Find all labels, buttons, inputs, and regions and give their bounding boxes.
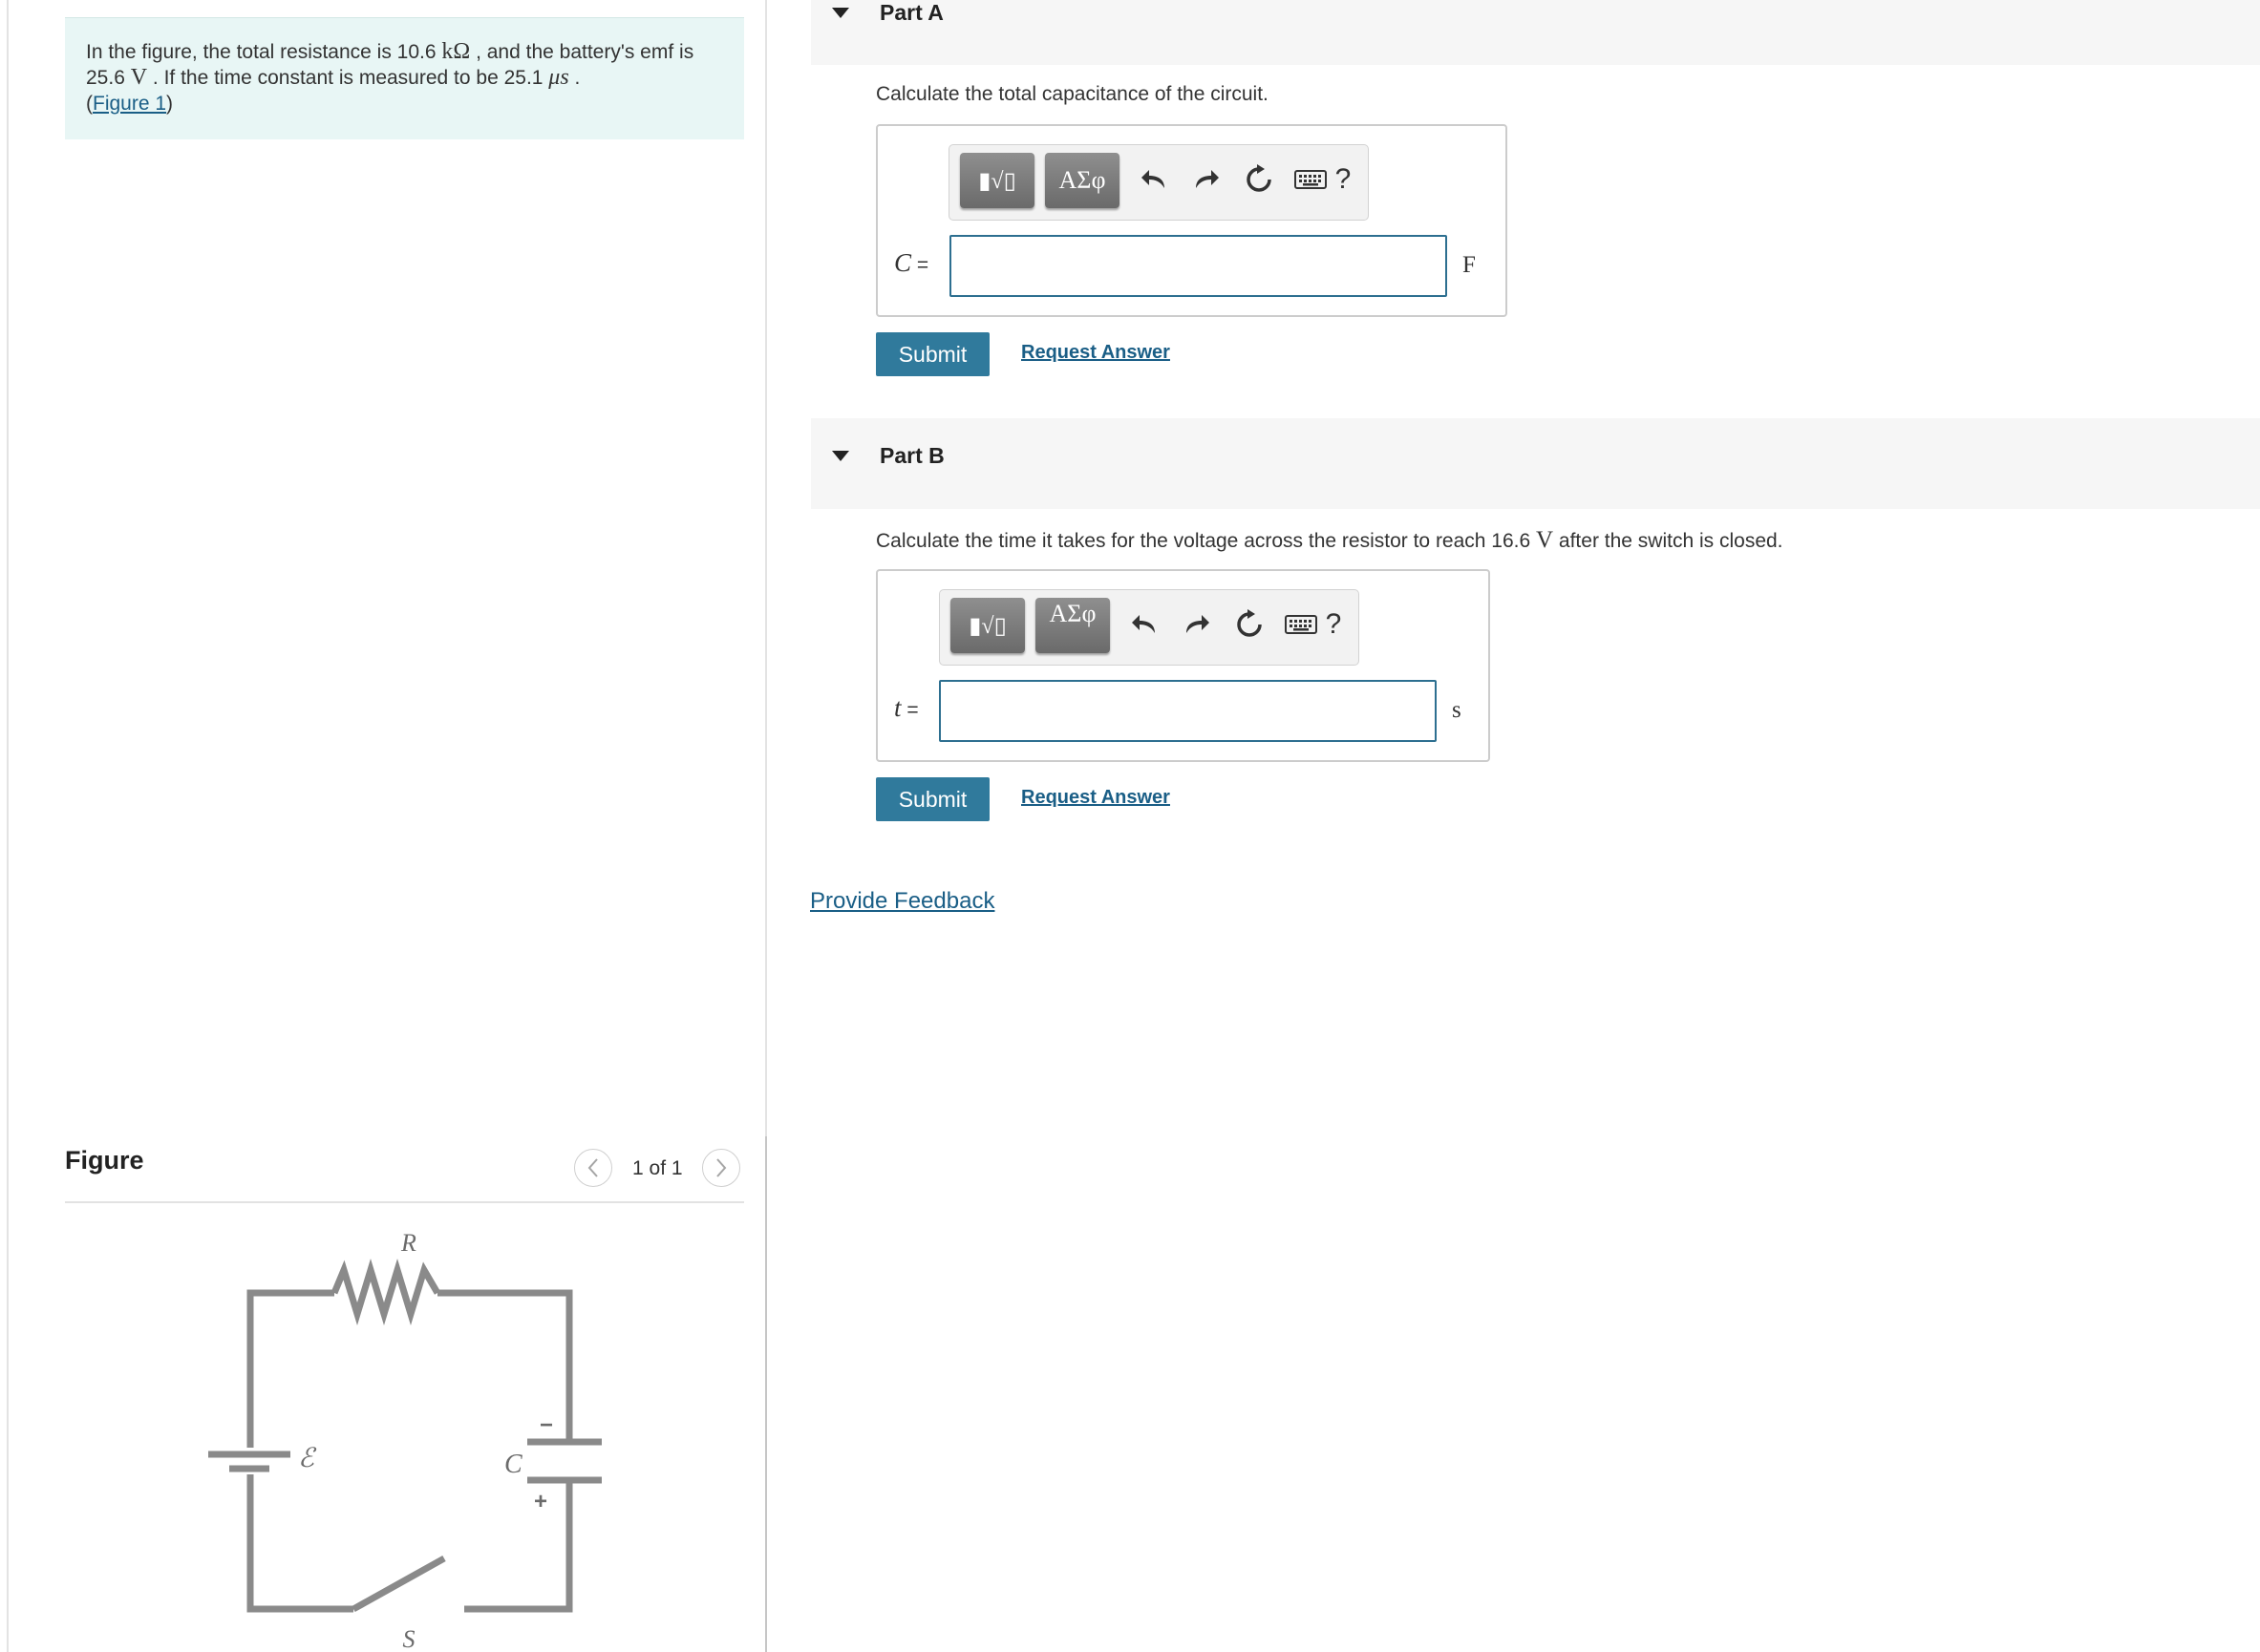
chevron-left-icon — [587, 1158, 598, 1177]
emf-label: ℰ — [298, 1444, 317, 1473]
part-a-prompt: Calculate the total capacitance of the c… — [876, 83, 1269, 105]
part-a-variable-label: C = — [894, 248, 928, 278]
help-button[interactable]: ? — [1314, 605, 1353, 644]
part-b-header[interactable]: Part B — [811, 418, 2260, 509]
greek-symbols-button[interactable]: ΑΣφ — [1045, 153, 1119, 208]
problem-statement: In the figure, the total resistance is 1… — [65, 17, 744, 139]
greek-symbols-button[interactable]: ΑΣφ — [1035, 598, 1110, 653]
undo-icon[interactable] — [1125, 605, 1163, 644]
capacitance-input[interactable] — [949, 235, 1447, 297]
part-b-prompt-text-1: Calculate the time it takes for the volt… — [876, 530, 1537, 552]
collapse-triangle-icon[interactable] — [832, 8, 849, 18]
templates-button[interactable]: ▮√▯ — [960, 153, 1034, 208]
time-input[interactable] — [939, 680, 1437, 742]
part-b-prompt: Calculate the time it takes for the volt… — [876, 527, 1783, 554]
time-unit-label: s — [1452, 697, 1461, 723]
prev-figure-button[interactable] — [574, 1149, 612, 1187]
part-b-variable-label: t = — [894, 693, 919, 723]
provide-feedback-link[interactable]: Provide Feedback — [810, 888, 994, 915]
reset-icon[interactable] — [1240, 160, 1278, 199]
panel-divider-handle[interactable] — [765, 1136, 767, 1652]
variable-t: t — [894, 693, 902, 722]
part-b-submit-button[interactable]: Submit — [876, 777, 990, 821]
part-a-submit-button[interactable]: Submit — [876, 332, 990, 376]
battery — [208, 1451, 290, 1472]
help-button[interactable]: ? — [1324, 160, 1362, 199]
capacitor-minus-label: − — [540, 1412, 553, 1438]
capacitor-label: C — [504, 1450, 522, 1479]
templates-button[interactable]: ▮√▯ — [950, 598, 1025, 653]
part-b-title: Part B — [880, 443, 945, 468]
equals-sign: = — [911, 254, 929, 276]
voltage-unit: V — [1536, 527, 1554, 553]
resistance-unit: kΩ — [441, 39, 471, 64]
part-a-answer-box: ▮√▯ ΑΣφ ? C = F — [876, 124, 1507, 317]
emf-unit: V — [130, 65, 148, 90]
part-a-header[interactable]: Part A — [811, 0, 2260, 65]
figure-divider — [65, 1201, 744, 1203]
left-border — [7, 0, 9, 1652]
chevron-right-icon — [716, 1158, 727, 1177]
equals-sign: = — [901, 699, 919, 721]
redo-icon[interactable] — [1178, 605, 1216, 644]
switch — [352, 1555, 446, 1613]
resistor-label: R — [400, 1229, 416, 1257]
next-figure-button[interactable] — [702, 1149, 740, 1187]
figure-pager: 1 of 1 — [632, 1157, 683, 1179]
part-a-title: Part A — [880, 0, 944, 25]
capacitor-plus-label: + — [534, 1489, 547, 1514]
statement-text-4: . — [568, 67, 581, 89]
part-b-math-toolbar: ▮√▯ ΑΣφ ? — [939, 589, 1359, 666]
part-a-request-answer-link[interactable]: Request Answer — [1021, 342, 1170, 364]
undo-icon[interactable] — [1135, 160, 1173, 199]
figure-1-link[interactable]: Figure 1 — [93, 93, 166, 115]
rc-circuit-diagram: R ℰ C − + S — [208, 1229, 602, 1652]
resistor — [330, 1258, 441, 1326]
statement-text-1: In the figure, the total resistance is 1… — [86, 41, 442, 63]
part-b-request-answer-link[interactable]: Request Answer — [1021, 787, 1170, 809]
paren-close: ) — [166, 93, 174, 115]
collapse-triangle-icon[interactable] — [832, 451, 849, 461]
switch-label: S — [403, 1625, 416, 1652]
part-b-prompt-text-2: after the switch is closed. — [1553, 530, 1783, 552]
redo-icon[interactable] — [1187, 160, 1226, 199]
capacitance-unit: F — [1462, 252, 1476, 278]
statement-text-3: . If the time constant is measured to be… — [147, 67, 549, 89]
part-a-math-toolbar: ▮√▯ ΑΣφ ? — [949, 144, 1369, 221]
reset-icon[interactable] — [1230, 605, 1269, 644]
paren-open: ( — [86, 93, 93, 115]
capacitor — [527, 1438, 602, 1484]
part-b-answer-box: ▮√▯ ΑΣφ ? t = s — [876, 569, 1490, 762]
time-unit: μs — [548, 65, 569, 90]
figure-title: Figure — [65, 1146, 144, 1175]
variable-c: C — [894, 248, 912, 277]
